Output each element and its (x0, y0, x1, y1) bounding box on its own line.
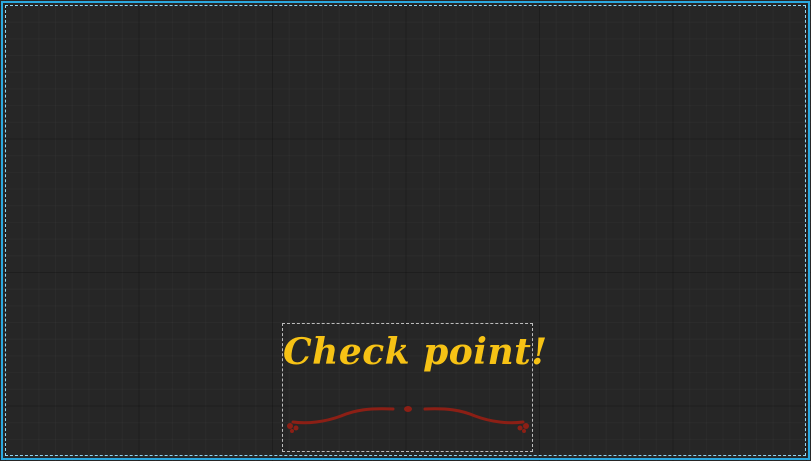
checkpoint-object[interactable]: Check point! (282, 323, 548, 452)
flourish-divider-icon (287, 406, 529, 433)
scene-canvas[interactable]: Check point! (0, 0, 811, 461)
checkpoint-label: Check point! (283, 331, 548, 373)
